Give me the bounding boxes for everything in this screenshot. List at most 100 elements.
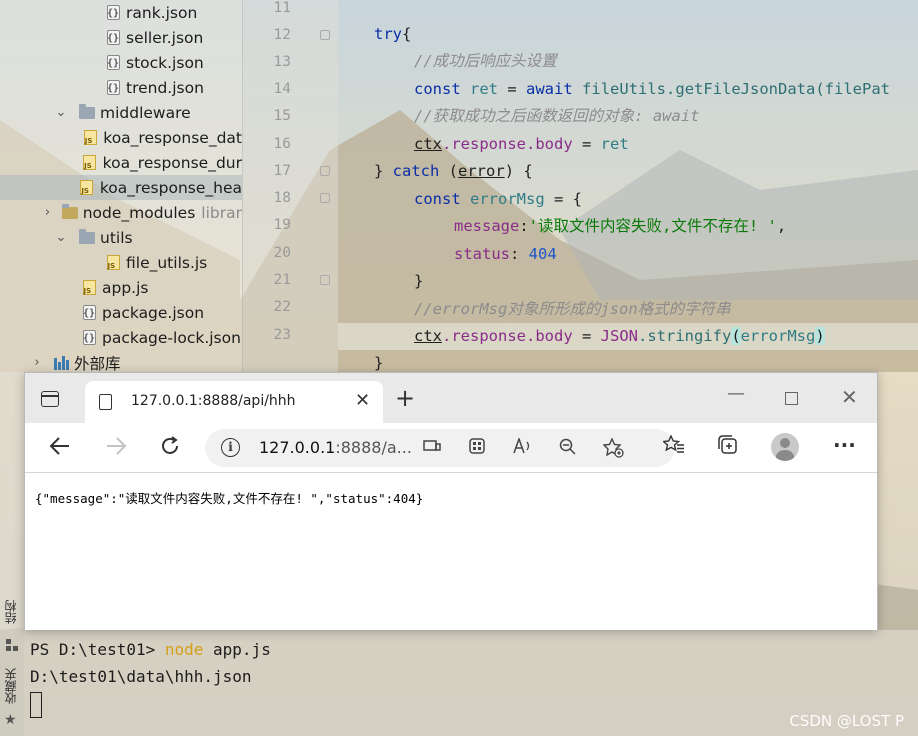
favorites-icon[interactable] bbox=[661, 434, 685, 460]
new-tab-button[interactable]: + bbox=[395, 386, 415, 410]
collections-icon[interactable] bbox=[717, 435, 739, 460]
json-file-icon: {} bbox=[80, 304, 98, 322]
line-number: 11 bbox=[273, 0, 291, 16]
code-token: const bbox=[414, 80, 461, 98]
tab-actions-icon[interactable] bbox=[41, 391, 59, 407]
url-path: :8888/a... bbox=[335, 438, 412, 457]
tree-item-rank-json[interactable]: {} rank.json bbox=[0, 0, 242, 25]
chevron-right-icon[interactable]: › bbox=[30, 355, 44, 370]
code-token: .response bbox=[442, 327, 526, 345]
fold-icon[interactable] bbox=[320, 193, 330, 203]
tree-item-app-js[interactable]: app.js bbox=[0, 275, 242, 300]
profile-avatar[interactable] bbox=[771, 433, 799, 461]
more-icon[interactable]: ··· bbox=[833, 433, 856, 457]
tree-item-label: koa_response_dat bbox=[103, 128, 242, 147]
line-number: 15 bbox=[273, 108, 291, 124]
add-favorite-icon[interactable] bbox=[602, 437, 625, 462]
line-number: 16 bbox=[273, 136, 291, 152]
line-number: 22 bbox=[273, 299, 291, 315]
read-aloud-icon[interactable] bbox=[513, 436, 533, 458]
line-number: 12 bbox=[273, 27, 291, 43]
browser-tab[interactable]: 127.0.0.1:8888/api/hhh ✕ bbox=[85, 381, 383, 423]
bracket-highlight: ) bbox=[815, 327, 825, 345]
tree-item-file-utils-js[interactable]: file_utils.js bbox=[0, 250, 242, 275]
minimize-icon[interactable]: — bbox=[727, 383, 745, 404]
grid-apps-icon[interactable] bbox=[469, 438, 485, 458]
tree-item-node-modules[interactable]: › node_modules librar bbox=[0, 200, 242, 225]
code-editor[interactable]: try{ //成功后响应头设置 const ret = await fileUt… bbox=[338, 0, 918, 372]
code-token: const bbox=[414, 190, 461, 208]
tree-item-seller-json[interactable]: {} seller.json bbox=[0, 25, 242, 50]
line-number: 23 bbox=[273, 327, 291, 343]
code-token: fileUtils bbox=[582, 80, 667, 98]
fold-icon[interactable] bbox=[320, 275, 330, 285]
terminal-prompt: PS D:\test01> bbox=[30, 640, 165, 659]
code-token: , bbox=[776, 217, 787, 235]
editor-gutter: 11 12 13 14 15 16 17 18 19 20 21 22 23 bbox=[242, 0, 338, 372]
tree-item-koa-response-duration[interactable]: koa_response_dur bbox=[0, 150, 242, 175]
chevron-right-icon[interactable]: › bbox=[42, 205, 53, 220]
code-token: } bbox=[374, 162, 393, 180]
terminal-command: node bbox=[164, 640, 204, 659]
line-number: 19 bbox=[273, 217, 291, 233]
code-line: message:'读取文件内容失败,文件不存在! ', bbox=[454, 213, 786, 240]
tree-item-label: seller.json bbox=[126, 28, 204, 47]
fold-icon[interactable] bbox=[320, 166, 330, 176]
tree-item-utils[interactable]: ⌄ utils bbox=[0, 225, 242, 250]
code-comment: //获取成功之后函数返回的对象: await bbox=[414, 107, 700, 125]
close-tab-icon[interactable]: ✕ bbox=[355, 390, 370, 411]
code-token: ) { bbox=[504, 162, 533, 180]
tree-item-stock-json[interactable]: {} stock.json bbox=[0, 50, 242, 75]
code-token: '读取文件内容失败,文件不存在! ' bbox=[528, 217, 777, 235]
tree-item-package-json[interactable]: {} package.json bbox=[0, 300, 242, 325]
code-token: message bbox=[454, 217, 520, 235]
maximize-icon[interactable] bbox=[785, 392, 798, 405]
chevron-down-icon[interactable]: ⌄ bbox=[54, 105, 68, 120]
terminal-panel[interactable]: PS D:\test01> node app.js D:\test01\data… bbox=[24, 630, 918, 736]
address-bar[interactable]: i 127.0.0.1:8888/a... bbox=[205, 429, 675, 467]
library-root-label: librar bbox=[201, 203, 242, 222]
code-token: try bbox=[374, 25, 402, 43]
code-token: = bbox=[572, 327, 601, 345]
arrow-right-icon[interactable] bbox=[105, 435, 127, 463]
info-icon[interactable]: i bbox=[221, 438, 240, 457]
code-token: ( bbox=[439, 162, 459, 180]
code-token: } bbox=[374, 354, 384, 372]
code-line: } bbox=[374, 350, 383, 372]
app-available-icon[interactable] bbox=[423, 438, 441, 458]
tab-title: 127.0.0.1:8888/api/hhh bbox=[131, 393, 296, 409]
fold-icon[interactable] bbox=[320, 30, 330, 40]
browser-toolbar: i 127.0.0.1:8888/a... ··· bbox=[25, 423, 877, 473]
project-tree: {} rank.json {} seller.json {} stock.jso… bbox=[0, 0, 242, 373]
refresh-icon[interactable] bbox=[159, 435, 181, 463]
current-code-line: ctx.response.body = JSON.stringify(error… bbox=[338, 323, 918, 350]
line-number: 14 bbox=[273, 81, 291, 97]
json-file-icon: {} bbox=[104, 54, 122, 72]
terminal-output: D:\test01\data\hhh.json bbox=[30, 667, 252, 686]
code-token: errorMsg bbox=[740, 327, 816, 345]
tree-item-middleware[interactable]: ⌄ middleware bbox=[0, 100, 242, 125]
terminal-cursor bbox=[30, 692, 42, 718]
close-window-icon[interactable]: ✕ bbox=[841, 385, 858, 409]
code-line: const ret = await fileUtils.getFileJsonD… bbox=[414, 76, 890, 103]
terminal-command-line: PS D:\test01> node app.js bbox=[30, 640, 271, 659]
bracket-highlight: ( bbox=[731, 327, 741, 345]
tree-item-package-lock-json[interactable]: {} package-lock.json bbox=[0, 325, 242, 350]
favorites-tab[interactable]: 收藏夹 bbox=[2, 668, 22, 704]
arrow-left-icon[interactable] bbox=[49, 435, 71, 463]
js-file-icon bbox=[104, 254, 122, 272]
code-token: : bbox=[510, 245, 529, 263]
code-comment: //成功后响应头设置 bbox=[414, 52, 557, 70]
js-file-icon bbox=[80, 279, 98, 297]
tree-item-trend-json[interactable]: {} trend.json bbox=[0, 75, 242, 100]
zoom-out-icon[interactable] bbox=[559, 438, 577, 460]
tree-item-koa-response-data[interactable]: koa_response_dat bbox=[0, 125, 242, 150]
chevron-down-icon[interactable]: ⌄ bbox=[54, 230, 68, 245]
code-token: catch bbox=[392, 162, 440, 180]
tree-item-koa-response-header[interactable]: koa_response_hea bbox=[0, 175, 242, 200]
json-response-text: {"message":"读取文件内容失败,文件不存在! ","status":4… bbox=[35, 491, 424, 506]
tree-item-label: app.js bbox=[102, 278, 149, 297]
line-number: 17 bbox=[273, 163, 291, 179]
structure-tab[interactable]: 结构 bbox=[2, 600, 22, 624]
code-token: { bbox=[402, 25, 412, 43]
